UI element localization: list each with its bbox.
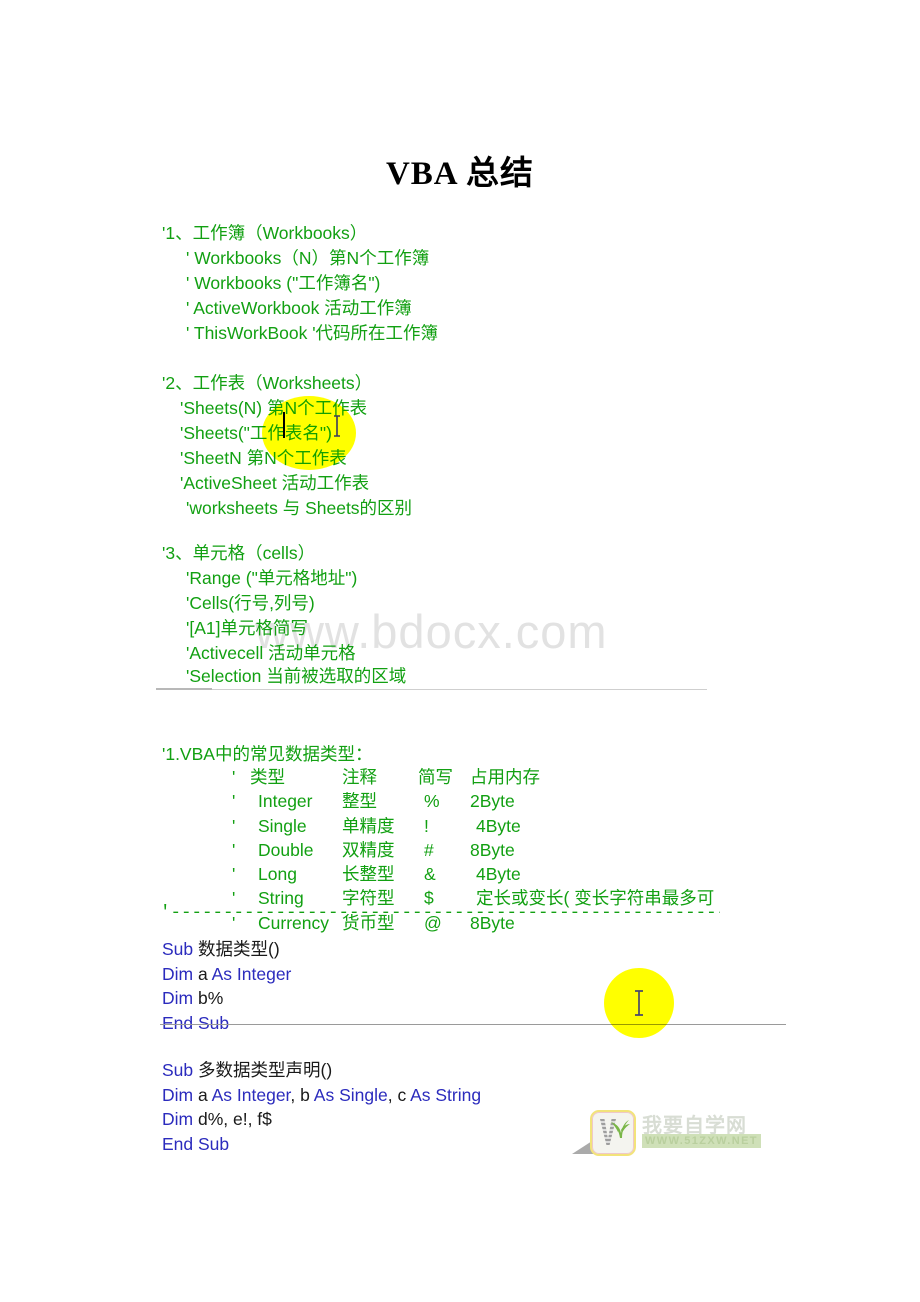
cell-note: 整型	[342, 791, 377, 812]
section-3-item-0: 'Range ("单元格地址")	[186, 568, 358, 588]
table-row: ' Single 单精度 ! 4Byte	[232, 814, 714, 838]
cell-abbr: #	[424, 839, 434, 860]
code-keyword: Dim	[162, 963, 194, 984]
code-identifier: d%, e!, f$	[193, 1109, 272, 1130]
section-1-item-2: ' ActiveWorkbook 活动工作簿	[186, 298, 412, 318]
cell-tick: '	[232, 815, 236, 836]
sub-data-type-line-0: Sub 数据类型()	[162, 937, 291, 962]
section-2-heading: '2、工作表（Worksheets）	[162, 373, 373, 393]
cell-abbr: 简写	[418, 767, 453, 787]
code-keyword: End Sub	[162, 1133, 230, 1154]
cell-abbr: !	[424, 815, 429, 836]
cell-note: 注释	[342, 767, 377, 787]
cell-note: 单精度	[342, 815, 395, 836]
code-keyword: Dim	[162, 1109, 194, 1130]
datatypes-separator: '---------------------------------------…	[160, 903, 720, 923]
cell-tick: '	[232, 864, 236, 885]
document-body: '1、工作簿（Workbooks） ' Workbooks（N）第N个工作簿 '…	[0, 0, 920, 1302]
code-keyword: As String	[410, 1084, 482, 1105]
code-identifier: a	[193, 1084, 212, 1105]
artifact-rule-stub	[156, 688, 212, 690]
code-identifier: , b	[290, 1084, 314, 1105]
code-keyword: End Sub	[162, 1012, 230, 1033]
sub-multi-data-type-declaration-line-3: End Sub	[162, 1132, 481, 1157]
section-3-item-1: 'Cells(行号,列号)	[186, 593, 315, 613]
cell-abbr: &	[424, 864, 436, 885]
sub-multi-data-type-declaration-line-2: Dim d%, e!, f$	[162, 1107, 481, 1132]
datatypes-heading: '1.VBA中的常见数据类型：	[162, 744, 373, 764]
sub-data-type-line-2: Dim b%	[162, 986, 291, 1011]
code-keyword: Sub	[162, 939, 194, 959]
artifact-rule-faint	[212, 689, 707, 690]
section-1-item-3: ' ThisWorkBook '代码所在工作簿	[186, 323, 439, 343]
cell-type: Double	[258, 839, 314, 860]
code-keyword: Dim	[162, 1084, 194, 1105]
code-identifier: b%	[193, 988, 224, 1009]
code-keyword: Sub	[162, 1060, 194, 1080]
code-keyword: As Single	[313, 1084, 388, 1105]
code-identifier: 数据类型()	[193, 939, 280, 959]
cell-memory: 8Byte	[470, 839, 515, 860]
cell-tick: '	[232, 839, 236, 860]
cell-tick: '	[232, 767, 236, 787]
code-block-sub-data-type: Sub 数据类型() Dim a As Integer Dim b% End Sub	[162, 937, 291, 1035]
section-3-heading: '3、单元格（cells）	[162, 543, 316, 563]
cell-tick: '	[232, 791, 236, 812]
section-1-item-0: ' Workbooks（N）第N个工作簿	[186, 248, 430, 268]
code-keyword: As Integer	[211, 963, 292, 984]
code-identifier: a	[193, 963, 212, 984]
cell-type: Long	[258, 864, 297, 885]
cell-memory: 2Byte	[470, 791, 515, 812]
table-row: ' Long 长整型 & 4Byte	[232, 862, 714, 886]
code-identifier: , c	[387, 1084, 411, 1105]
cell-note: 双精度	[342, 839, 395, 860]
section-1-heading: '1、工作簿（Workbooks）	[162, 223, 368, 243]
cell-note: 长整型	[342, 864, 395, 885]
table-row: ' Integer 整型 % 2Byte	[232, 789, 714, 813]
section-2-item-0: 'Sheets(N) 第N个工作表	[180, 398, 368, 418]
document-page: www.bdocx.com VBA 总结 '1、工作簿（Workbooks） '…	[0, 0, 920, 1302]
cell-abbr: %	[424, 791, 440, 812]
cell-memory: 4Byte	[476, 815, 521, 836]
section-3-item-3: 'Activecell 活动单元格	[186, 643, 356, 663]
section-3-item-4: 'Selection 当前被选取的区域	[186, 666, 407, 686]
section-3-item-2: '[A1]单元格简写	[186, 618, 308, 638]
section-2-item-3: 'ActiveSheet 活动工作表	[180, 473, 370, 493]
code-block-multi-declaration: Sub 多数据类型声明() Dim a As Integer, b As Sing…	[162, 1058, 481, 1156]
sub-data-type-line-1: Dim a As Integer	[162, 962, 291, 987]
cell-memory: 占用内存	[470, 767, 540, 787]
table-row: ' Double 双精度 # 8Byte	[232, 838, 714, 862]
code-keyword: As Integer	[211, 1084, 291, 1105]
table-row: ' 类型 注释 简写 占用内存	[232, 765, 714, 789]
cell-type: 类型	[250, 767, 285, 787]
horizontal-rule	[160, 1024, 786, 1025]
section-2-item-1: 'Sheets("工作表名")	[180, 423, 332, 443]
sub-multi-data-type-declaration-line-1: Dim a As Integer, b As Single, c As Stri…	[162, 1083, 481, 1108]
cell-memory: 4Byte	[476, 864, 521, 885]
section-2-item-2: 'SheetN 第N个工作表	[180, 448, 347, 468]
code-keyword: Dim	[162, 988, 194, 1009]
cell-type: Integer	[258, 791, 313, 812]
cell-type: Single	[258, 815, 307, 836]
section-2-item-4: 'worksheets 与 Sheets的区别	[186, 498, 413, 518]
sub-multi-data-type-declaration-line-0: Sub 多数据类型声明()	[162, 1058, 481, 1083]
section-1-item-1: ' Workbooks ("工作簿名")	[186, 273, 381, 293]
code-identifier: 多数据类型声明()	[193, 1060, 333, 1080]
